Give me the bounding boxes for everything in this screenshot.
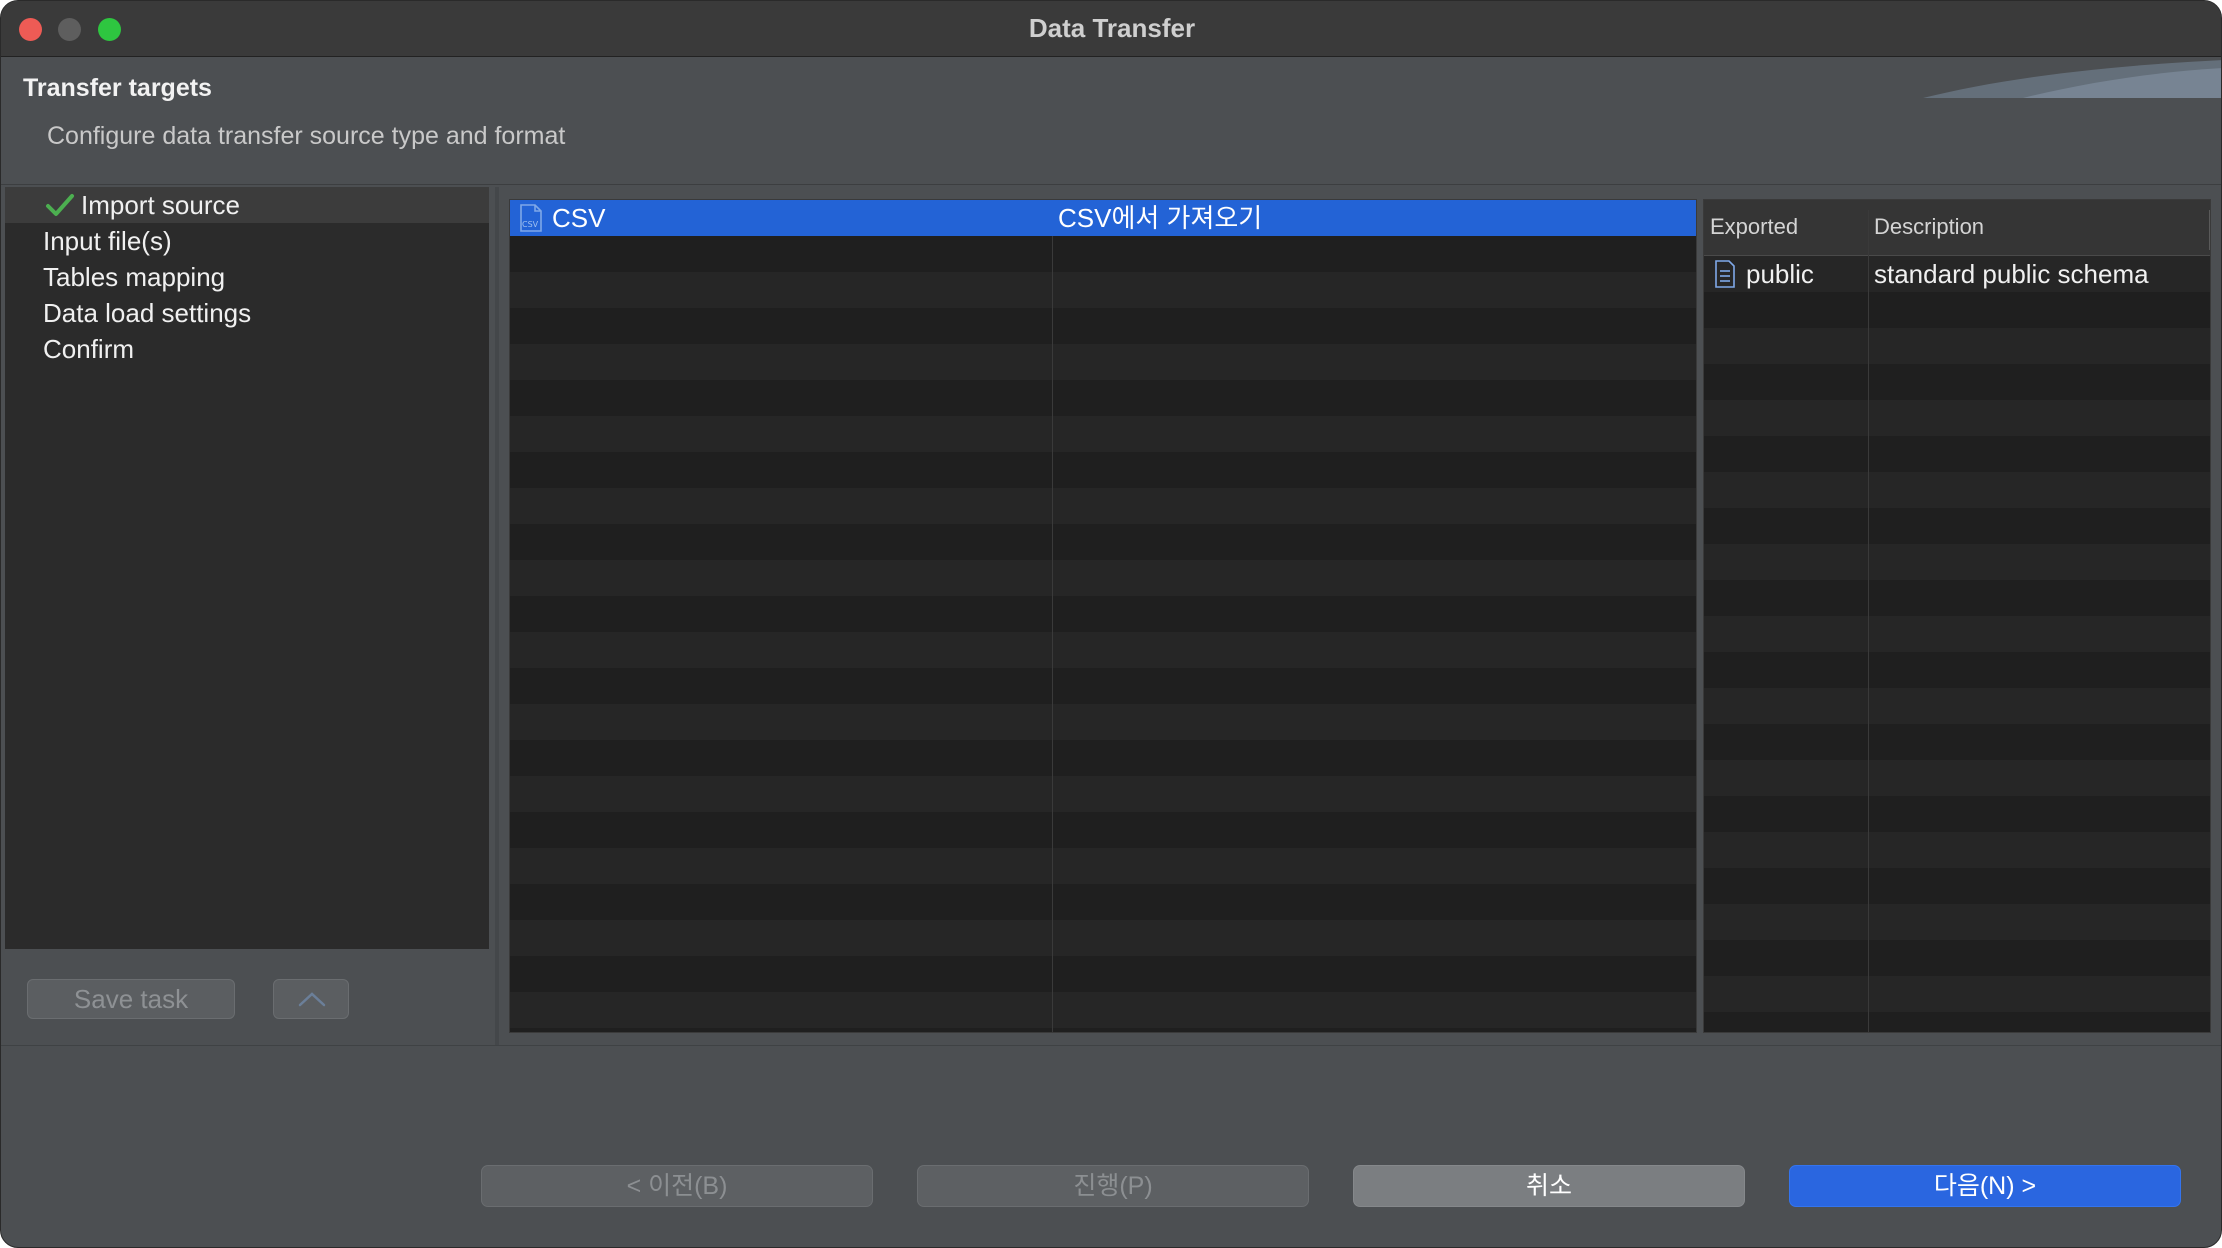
proceed-button[interactable]: 진행(P) bbox=[917, 1165, 1309, 1207]
next-button[interactable]: 다음(N) > bbox=[1789, 1165, 2181, 1207]
csv-file-icon: CSV bbox=[520, 204, 542, 232]
svg-text:CSV: CSV bbox=[522, 220, 539, 229]
nav-item-label: Data load settings bbox=[43, 298, 252, 328]
previous-button[interactable]: < 이전(B) bbox=[481, 1165, 873, 1207]
window-title: Data Transfer bbox=[1028, 13, 1196, 43]
checkmark-icon bbox=[46, 194, 74, 216]
nav-item-label: Confirm bbox=[43, 334, 135, 364]
nav-item-confirm[interactable]: Confirm bbox=[5, 331, 489, 367]
page-title: Transfer targets bbox=[23, 74, 212, 102]
wizard-header: Transfer targets Configure data transfer… bbox=[1, 58, 2221, 185]
title-bar: Data Transfer bbox=[1, 1, 2221, 57]
chevron-up-icon bbox=[298, 992, 326, 1007]
schema-icon bbox=[1715, 260, 1735, 288]
nav-item-import-source[interactable]: Import source bbox=[5, 187, 489, 223]
table-row[interactable]: public standard public schema bbox=[1704, 256, 2210, 292]
table-row[interactable]: CSV CSV CSV에서 가져오기 bbox=[510, 200, 1696, 236]
nav-item-tables-mapping[interactable]: Tables mapping bbox=[5, 259, 489, 295]
schema-table: Exported Description public standard pub… bbox=[1703, 199, 2211, 1033]
table-header: Exported Description bbox=[1704, 200, 2210, 256]
column-divider bbox=[1868, 210, 1869, 1032]
source-description: CSV에서 가져오기 bbox=[1058, 203, 1263, 233]
footer-divider bbox=[1, 1045, 2221, 1046]
nav-item-input-files[interactable]: Input file(s) bbox=[5, 223, 489, 259]
column-divider bbox=[1052, 200, 1053, 1032]
column-header-description[interactable]: Description bbox=[1874, 214, 1984, 240]
schema-name: public bbox=[1746, 259, 1814, 289]
save-task-button[interactable]: Save task bbox=[27, 979, 235, 1019]
schema-description: standard public schema bbox=[1874, 259, 2149, 289]
save-task-menu-button[interactable] bbox=[273, 979, 349, 1019]
data-transfer-window: Data Transfer Transfer targets Configure… bbox=[0, 0, 2222, 1248]
nav-item-label: Import source bbox=[81, 190, 240, 220]
header-banner-art bbox=[1923, 60, 2221, 98]
cancel-button[interactable]: 취소 bbox=[1353, 1165, 1745, 1207]
panel-divider[interactable] bbox=[495, 187, 499, 1045]
wizard-steps-nav: Import source Input file(s) Tables mappi… bbox=[5, 187, 489, 949]
nav-item-data-load-settings[interactable]: Data load settings bbox=[5, 295, 489, 331]
column-header-exported[interactable]: Exported bbox=[1710, 214, 1798, 240]
nav-item-label: Input file(s) bbox=[43, 226, 172, 256]
page-description: Configure data transfer source type and … bbox=[47, 122, 566, 150]
nav-item-label: Tables mapping bbox=[43, 262, 226, 292]
column-divider bbox=[2209, 210, 2210, 250]
source-type-table: CSV CSV CSV에서 가져오기 bbox=[509, 199, 1697, 1033]
source-name: CSV bbox=[552, 203, 606, 233]
